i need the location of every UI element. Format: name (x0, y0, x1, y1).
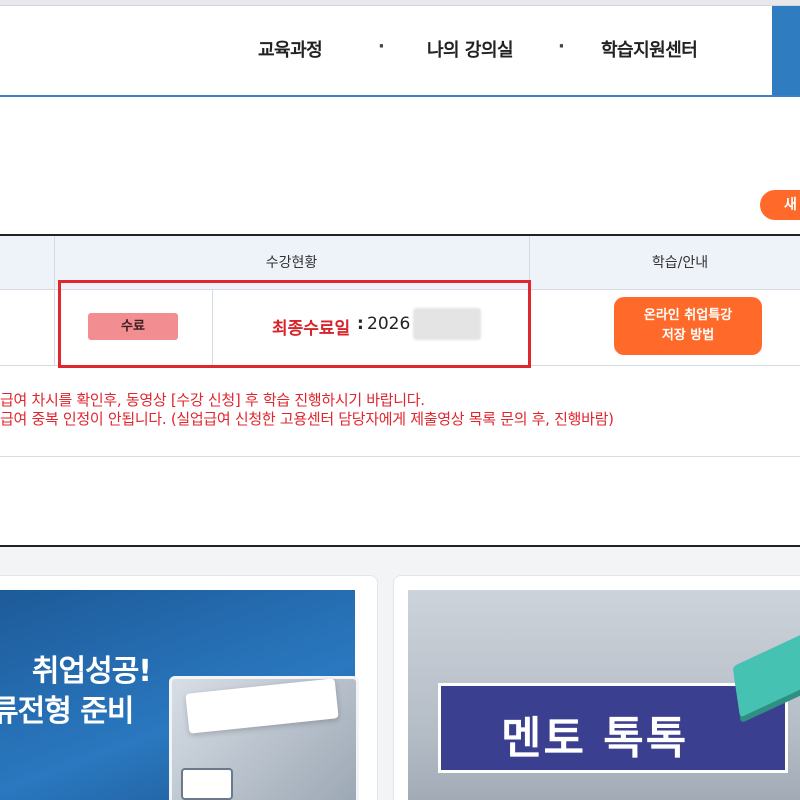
notice-line: 급여 중복 인정이 안됩니다. (실업급여 신청한 고용센터 담당자에게 제출영… (0, 410, 614, 428)
banner-resume-title: 취업성공! (31, 654, 152, 689)
book-icon (732, 632, 800, 718)
online-lecture-save-guide-button[interactable]: 온라인 취업특강 저장 방법 (614, 297, 762, 355)
column-divider (54, 290, 55, 366)
banner-mentor[interactable]: 멘토 톡톡 (408, 590, 800, 800)
guide-button-line1: 온라인 취업특강 (643, 308, 733, 323)
column-divider (54, 236, 55, 290)
banner-resume[interactable]: 취업성공! 류전형 준비 (0, 590, 359, 800)
divider (0, 456, 800, 457)
banner-card-mentor[interactable]: 멘토 톡톡 (393, 575, 800, 800)
nav-item-learning-support[interactable]: 학습지원센터 (601, 36, 698, 62)
nav-separator: · (378, 36, 385, 57)
new-button[interactable]: 새 (760, 190, 800, 220)
highlight-annotation-box (58, 280, 531, 368)
id-card-icon (181, 768, 233, 800)
nav-item-courses[interactable]: 교육과정 (258, 36, 323, 62)
notice-line: 급여 차시를 확인후, 동영상 [수강 신청] 후 학습 진행하시기 바랍니다. (0, 391, 425, 409)
mentor-title-box: 멘토 톡톡 (438, 683, 788, 773)
nav-separator: · (558, 36, 565, 57)
banner-resume-subtitle: 류전형 준비 (0, 694, 134, 729)
banner-card-resume[interactable]: 취업성공! 류전형 준비 (0, 575, 378, 800)
guide-button-line2: 저장 방법 (661, 328, 715, 343)
site-header: 교육과정 · 나의 강의실 · 학습지원센터 (0, 6, 800, 97)
header-side-panel[interactable] (772, 6, 800, 95)
banner-mentor-title: 멘토 톡톡 (501, 713, 689, 764)
header-guide: 학습/안내 (651, 255, 709, 271)
nav-item-my-classroom[interactable]: 나의 강의실 (427, 36, 514, 62)
